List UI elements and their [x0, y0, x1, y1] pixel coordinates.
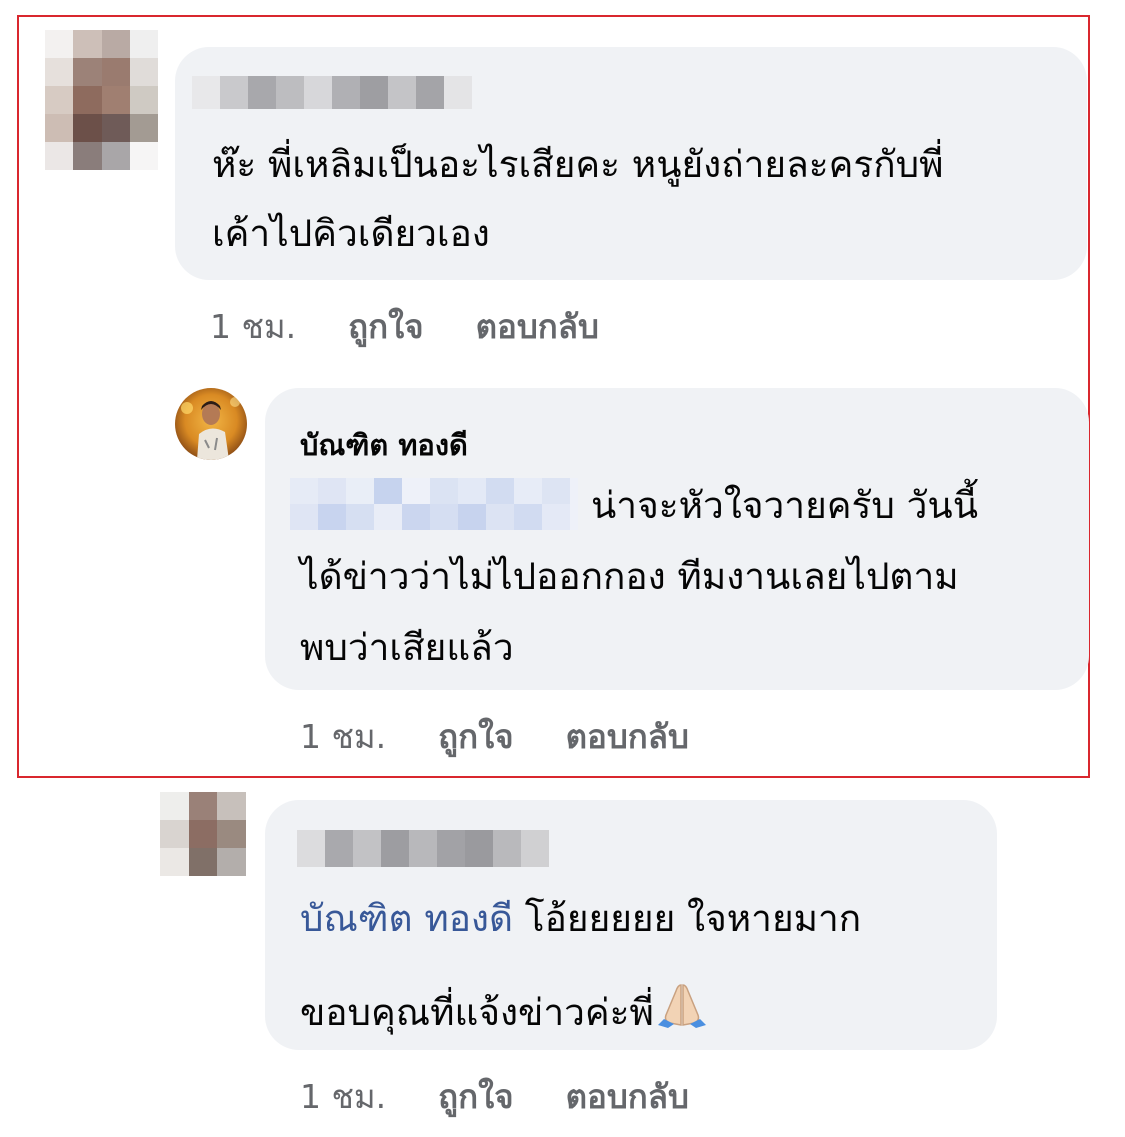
comment-meta: 1 ชม. ถูกใจ ตอบกลับ	[210, 300, 599, 353]
comment-text-segment: โอ้ยยยยย ใจหายมาก	[513, 897, 862, 940]
avatar[interactable]	[160, 792, 246, 876]
comment-text-line: ได้ข่าวว่าไม่ไปออกกอง ทีมงานเลยไปตาม	[300, 555, 959, 598]
comment-text-segment: ขอบคุณที่แจ้งข่าวค่ะพี่	[300, 991, 654, 1034]
comment-time[interactable]: 1 ชม.	[300, 710, 386, 763]
comment-time[interactable]: 1 ชม.	[210, 300, 296, 353]
comment-meta: 1 ชม. ถูกใจ ตอบกลับ	[300, 710, 689, 763]
author-name[interactable]: บัณฑิต ทองดี	[300, 422, 468, 468]
comment-text-line: ห๊ะ พี่เหลิมเป็นอะไรเสียคะ หนูยังถ่ายละค…	[212, 143, 944, 186]
comment-meta: 1 ชม. ถูกใจ ตอบกลับ	[300, 1070, 689, 1123]
comment-time[interactable]: 1 ชม.	[300, 1070, 386, 1123]
comment-text-line: ขอบคุณที่แจ้งข่าวค่ะพี่	[300, 981, 710, 1039]
mention-blurred[interactable]	[290, 478, 578, 530]
like-button[interactable]: ถูกใจ	[438, 710, 513, 763]
comment-text-line: น่าจะหัวใจวายครับ วันนี้	[591, 484, 979, 527]
avatar[interactable]	[175, 388, 247, 460]
like-button[interactable]: ถูกใจ	[348, 300, 423, 353]
author-name-blurred[interactable]	[297, 830, 549, 867]
avatar-photo-icon	[175, 388, 247, 460]
like-button[interactable]: ถูกใจ	[438, 1070, 513, 1123]
reply-button[interactable]: ตอบกลับ	[476, 300, 599, 353]
mention-link[interactable]: บัณฑิต ทองดี	[300, 897, 513, 940]
folded-hands-icon	[654, 981, 710, 1039]
reply-button[interactable]: ตอบกลับ	[566, 1070, 689, 1123]
comment-text-line: พบว่าเสียแล้ว	[300, 626, 514, 669]
reply-button[interactable]: ตอบกลับ	[566, 710, 689, 763]
comment-text-line: บัณฑิต ทองดี โอ้ยยยยย ใจหายมาก	[300, 897, 861, 941]
avatar[interactable]	[45, 30, 158, 170]
author-name-blurred[interactable]	[192, 76, 472, 109]
comment-text-line: เค้าไปคิวเดียวเอง	[212, 212, 490, 255]
